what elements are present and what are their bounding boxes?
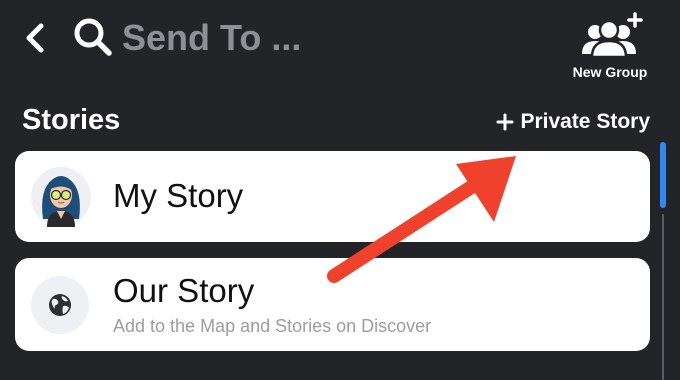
globe-badge: [31, 276, 89, 334]
bitmoji-avatar-icon: [31, 167, 91, 227]
my-story-item[interactable]: My Story: [15, 151, 650, 242]
private-story-label: Private Story: [520, 110, 650, 133]
stories-section-title: Stories: [22, 104, 121, 136]
back-button[interactable]: [20, 22, 50, 54]
scrollbar-thumb[interactable]: [660, 142, 666, 208]
scrollbar-track: [662, 214, 664, 380]
new-group-label: New Group: [572, 64, 648, 80]
search-input[interactable]: [122, 14, 422, 62]
my-story-title: My Story: [113, 177, 244, 214]
plus-icon: [496, 113, 514, 131]
scrollbar[interactable]: [660, 142, 666, 380]
search-icon: [74, 18, 112, 56]
our-story-title: Our Story: [113, 272, 255, 309]
group-add-icon: [582, 12, 643, 58]
our-story-item[interactable]: Our Story Add to the Map and Stories on …: [15, 258, 650, 351]
new-group-button[interactable]: New Group: [560, 12, 660, 84]
chevron-left-icon: [26, 23, 44, 53]
private-story-button[interactable]: Private Story: [496, 110, 650, 134]
globe-icon: [49, 294, 71, 316]
our-story-subtitle: Add to the Map and Stories on Discover: [113, 316, 432, 336]
